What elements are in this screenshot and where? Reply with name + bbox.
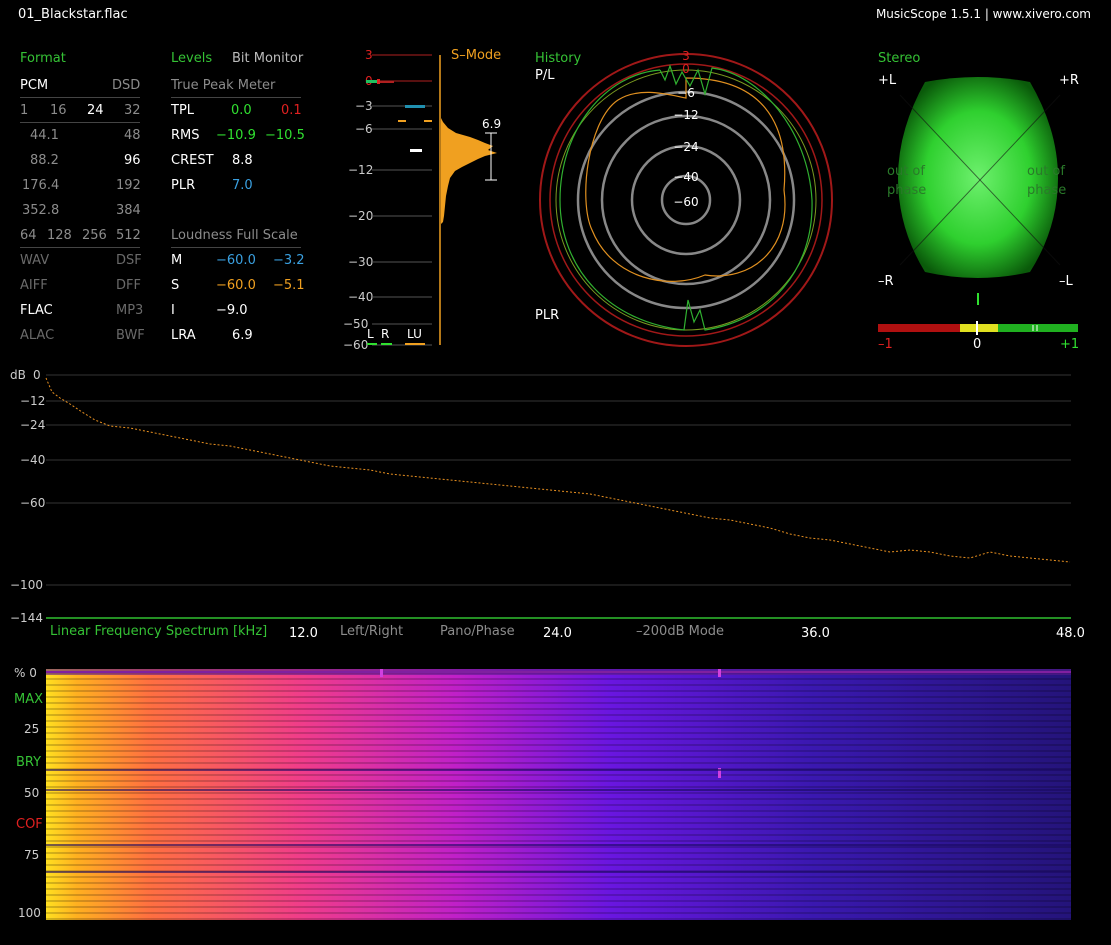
spectrogram-image [46,669,1071,920]
